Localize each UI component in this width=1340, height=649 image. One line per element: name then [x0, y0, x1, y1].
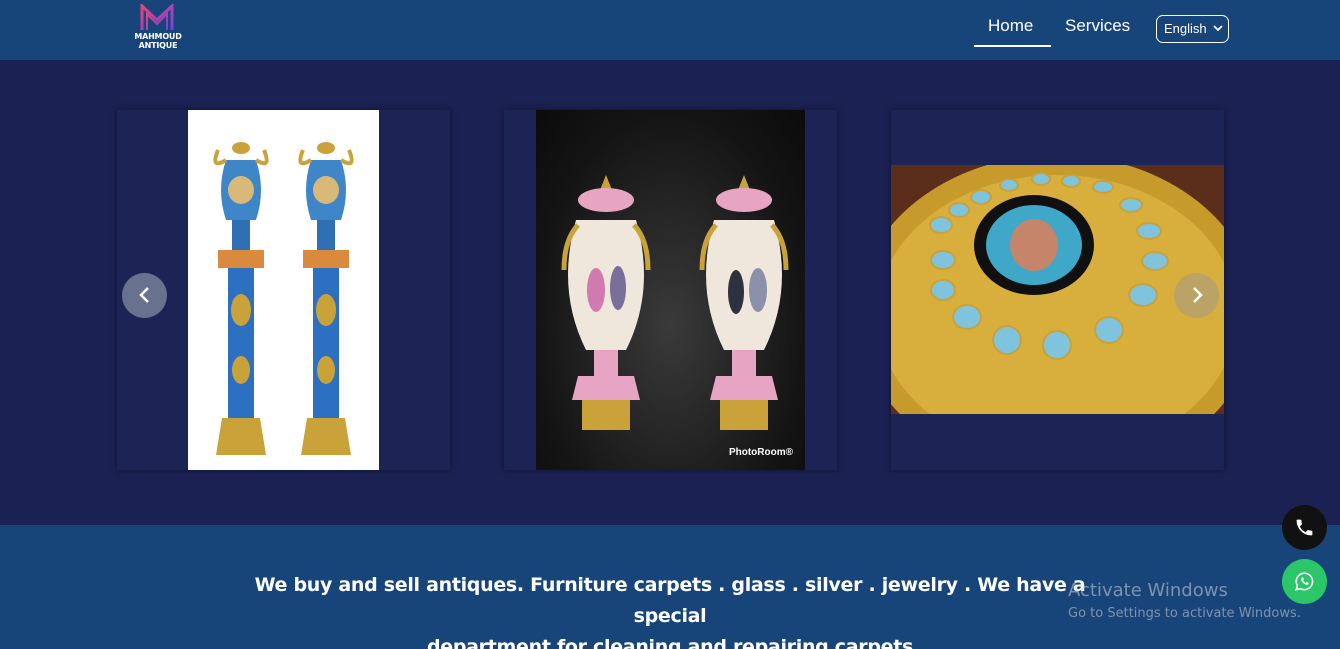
carousel-next-button[interactable]: [1174, 273, 1219, 318]
about-text-line2: department for cleaning and repairing ca…: [426, 636, 914, 649]
photoroom-watermark: PhotoRoom®: [728, 447, 793, 458]
whatsapp-icon: [1295, 572, 1314, 591]
nav-active-underline: [974, 45, 1051, 47]
phone-icon: [1296, 519, 1313, 536]
language-select[interactable]: English: [1156, 15, 1229, 43]
logo-text-line1: MAHMOUD: [134, 32, 182, 41]
slide-image-vases-on-pedestals: [188, 110, 379, 470]
about-text: We buy and sell antiques. Furniture carp…: [220, 570, 1120, 649]
site-logo[interactable]: MAHMOUD ANTIQUE: [130, 4, 186, 54]
activate-windows-subtitle: Go to Settings to activate Windows.: [1068, 606, 1301, 621]
chevron-right-icon: [1193, 287, 1203, 303]
carousel-slide-1[interactable]: [117, 110, 450, 470]
chevron-down-icon: [1213, 25, 1223, 32]
call-button[interactable]: [1282, 505, 1327, 550]
porcelain-urns-illustration: [561, 175, 789, 430]
site-header: MAHMOUD ANTIQUE Home Services English: [0, 0, 1340, 60]
chevron-left-icon: [139, 287, 149, 303]
vases-pedestals-illustration: [213, 142, 354, 455]
about-text-line1: We buy and sell antiques. Furniture carp…: [254, 574, 1086, 627]
logo-text-line2: ANTIQUE: [138, 41, 178, 50]
nav-services[interactable]: Services: [1065, 16, 1130, 36]
language-select-value: English: [1164, 21, 1207, 36]
logo-m-icon: [140, 4, 174, 30]
carousel-slide-2[interactable]: PhotoRoom®: [504, 110, 837, 470]
slide-image-porcelain-urns: PhotoRoom®: [536, 110, 805, 470]
nav-home[interactable]: Home: [988, 16, 1033, 36]
logo-text: MAHMOUD ANTIQUE: [130, 32, 186, 50]
whatsapp-button[interactable]: [1282, 559, 1327, 604]
activate-windows-title: Activate Windows: [1068, 580, 1228, 601]
carousel-prev-button[interactable]: [122, 273, 167, 318]
